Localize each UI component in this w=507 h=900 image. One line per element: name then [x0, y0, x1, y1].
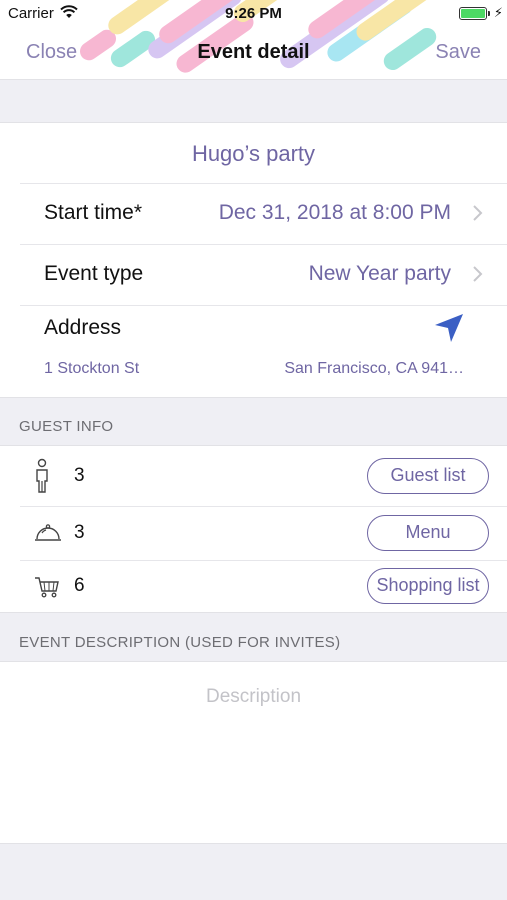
chevron-right-icon: [473, 205, 483, 221]
description-input[interactable]: [0, 686, 507, 708]
menu-row: 3 Menu: [20, 507, 507, 561]
guest-info-card: 3 Guest list 3 Menu 6 Shopping list: [0, 445, 507, 613]
event-name[interactable]: Hugo’s party: [0, 141, 507, 167]
guest-info-header: GUEST INFO: [19, 418, 114, 435]
cloche-icon: [35, 524, 61, 541]
guest-list-button[interactable]: Guest list: [367, 458, 489, 494]
menu-button[interactable]: Menu: [367, 515, 489, 551]
battery-tip: [488, 11, 490, 16]
page-title: Event detail: [197, 41, 310, 63]
battery-icon: [459, 7, 487, 20]
event-type-row[interactable]: Event type New Year party: [20, 245, 507, 306]
nav-bar: Close Event detail Save: [0, 32, 507, 72]
address-row[interactable]: Address 1 Stockton St San Francisco, CA …: [20, 306, 507, 398]
menu-count: 3: [74, 522, 85, 543]
description-header: EVENT DESCRIPTION (USED FOR INVITES): [19, 634, 341, 651]
description-container: [0, 661, 507, 844]
chevron-right-icon: [473, 266, 483, 282]
cart-icon: [35, 577, 59, 598]
start-time-value[interactable]: Dec 31, 2018 at 8:00 PM: [219, 201, 451, 225]
shopping-row: 6 Shopping list: [20, 561, 507, 614]
guest-count: 3: [74, 465, 85, 486]
shopping-list-button[interactable]: Shopping list: [367, 568, 489, 604]
charging-bolt-icon: ⚡: [493, 5, 503, 20]
guest-row: 3 Guest list: [20, 446, 507, 507]
start-time-row[interactable]: Start time* Dec 31, 2018 at 8:00 PM: [20, 184, 507, 245]
battery-level: [461, 9, 485, 18]
save-button[interactable]: Save: [435, 41, 481, 64]
navigation-header: Carrier 9:26 PM ⚡ Close Event detail Sav…: [0, 0, 507, 80]
status-time: 9:26 PM: [225, 5, 282, 22]
address-street[interactable]: 1 Stockton St: [44, 360, 139, 378]
start-time-label: Start time*: [44, 201, 143, 224]
status-bar: Carrier 9:26 PM ⚡: [0, 0, 507, 28]
event-type-label: Event type: [44, 262, 144, 285]
address-label: Address: [44, 316, 122, 339]
event-name-row[interactable]: Hugo’s party: [20, 123, 507, 184]
person-icon: [36, 458, 48, 493]
address-city[interactable]: San Francisco, CA 941…: [284, 360, 464, 378]
shopping-count: 6: [74, 575, 85, 596]
event-type-value[interactable]: New Year party: [309, 262, 451, 286]
location-arrow-icon[interactable]: [433, 312, 465, 344]
event-details-card: Hugo’s party Start time* Dec 31, 2018 at…: [0, 122, 507, 398]
